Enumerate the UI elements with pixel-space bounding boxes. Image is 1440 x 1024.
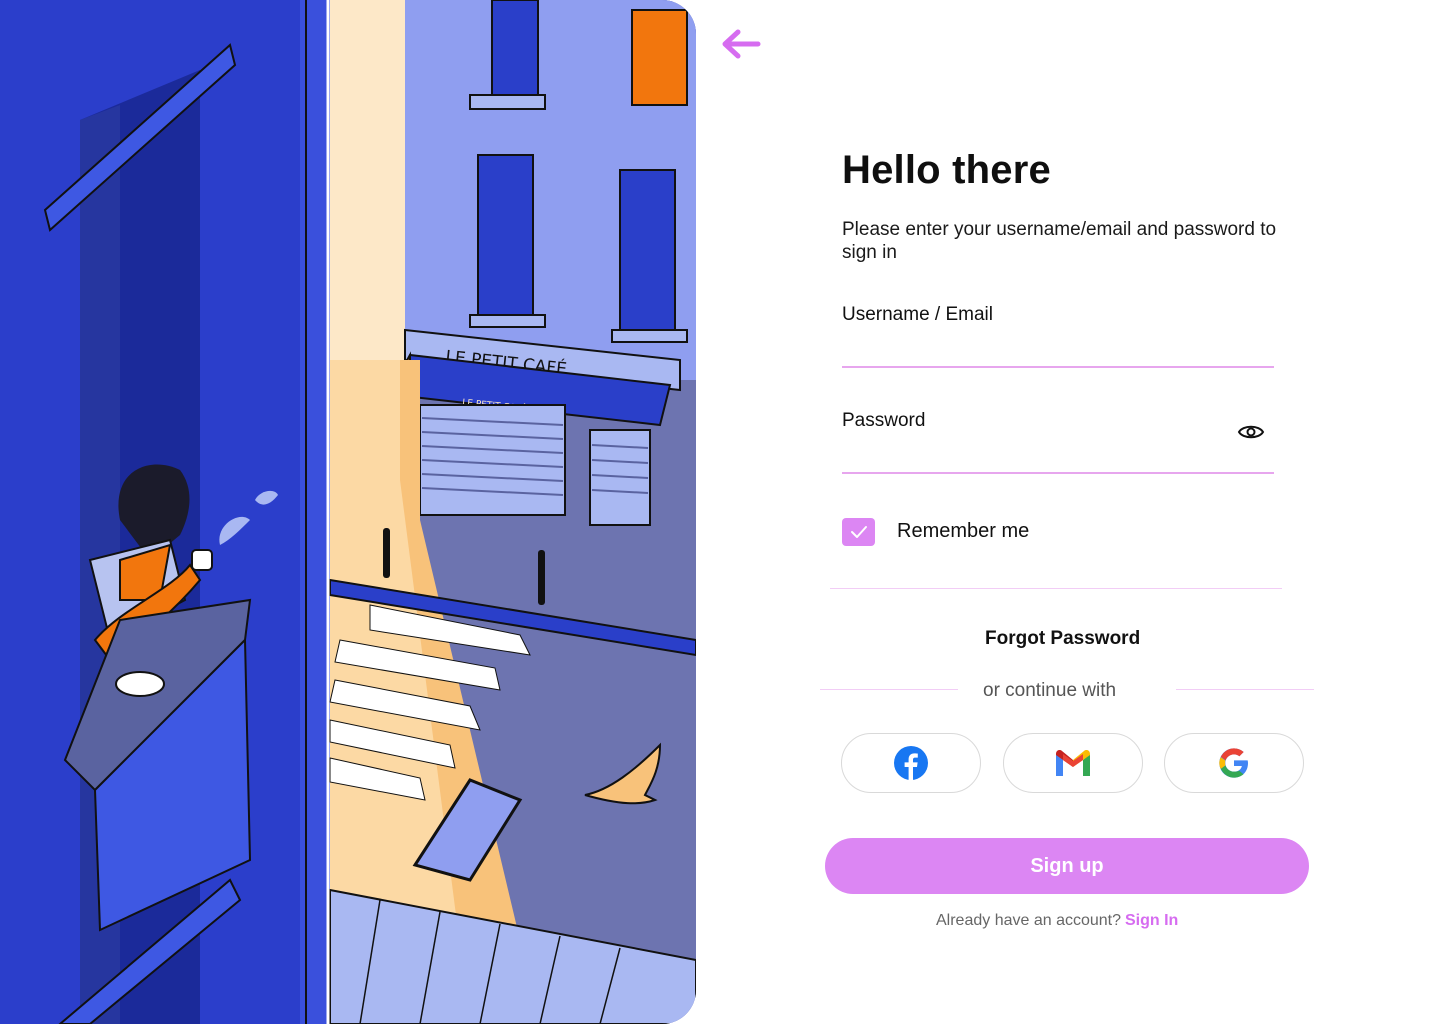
divider [830,588,1282,589]
sign-in-link[interactable]: Sign In [1125,912,1178,930]
toggle-password-visibility[interactable] [1237,421,1265,443]
checkmark-icon [851,526,867,538]
password-underline [842,472,1274,474]
facebook-icon [894,746,928,780]
page-title: Hello there [842,148,1051,192]
or-divider-left [820,689,958,690]
remember-me-label: Remember me [897,520,1030,542]
continue-with-text: or continue with [983,680,1117,701]
sign-up-button[interactable]: Sign up [825,838,1309,894]
facebook-login-button[interactable] [841,733,981,793]
remember-me-checkbox[interactable] [842,518,875,546]
username-input[interactable] [842,334,1232,364]
gmail-login-button[interactable] [1003,733,1143,793]
password-input[interactable] [842,440,1232,470]
gmail-icon [1056,750,1090,776]
username-underline [842,366,1274,368]
page-subtitle: Please enter your username/email and pas… [842,219,1277,263]
forgot-password-link[interactable]: Forgot Password [985,628,1140,650]
back-button[interactable] [718,26,764,62]
eye-icon [1237,425,1265,439]
arrow-left-icon [722,29,761,59]
google-login-button[interactable] [1164,733,1304,793]
cafe-street-illustration: LE PETIT CAFÉ LE PETIT CAFÉ [0,0,696,1024]
or-divider-right [1176,689,1314,690]
google-icon [1219,748,1248,778]
hero-illustration: LE PETIT CAFÉ LE PETIT CAFÉ [0,0,696,1024]
password-label: Password [842,410,926,431]
have-account-text: Already have an account? [936,912,1122,929]
username-label: Username / Email [842,304,993,325]
